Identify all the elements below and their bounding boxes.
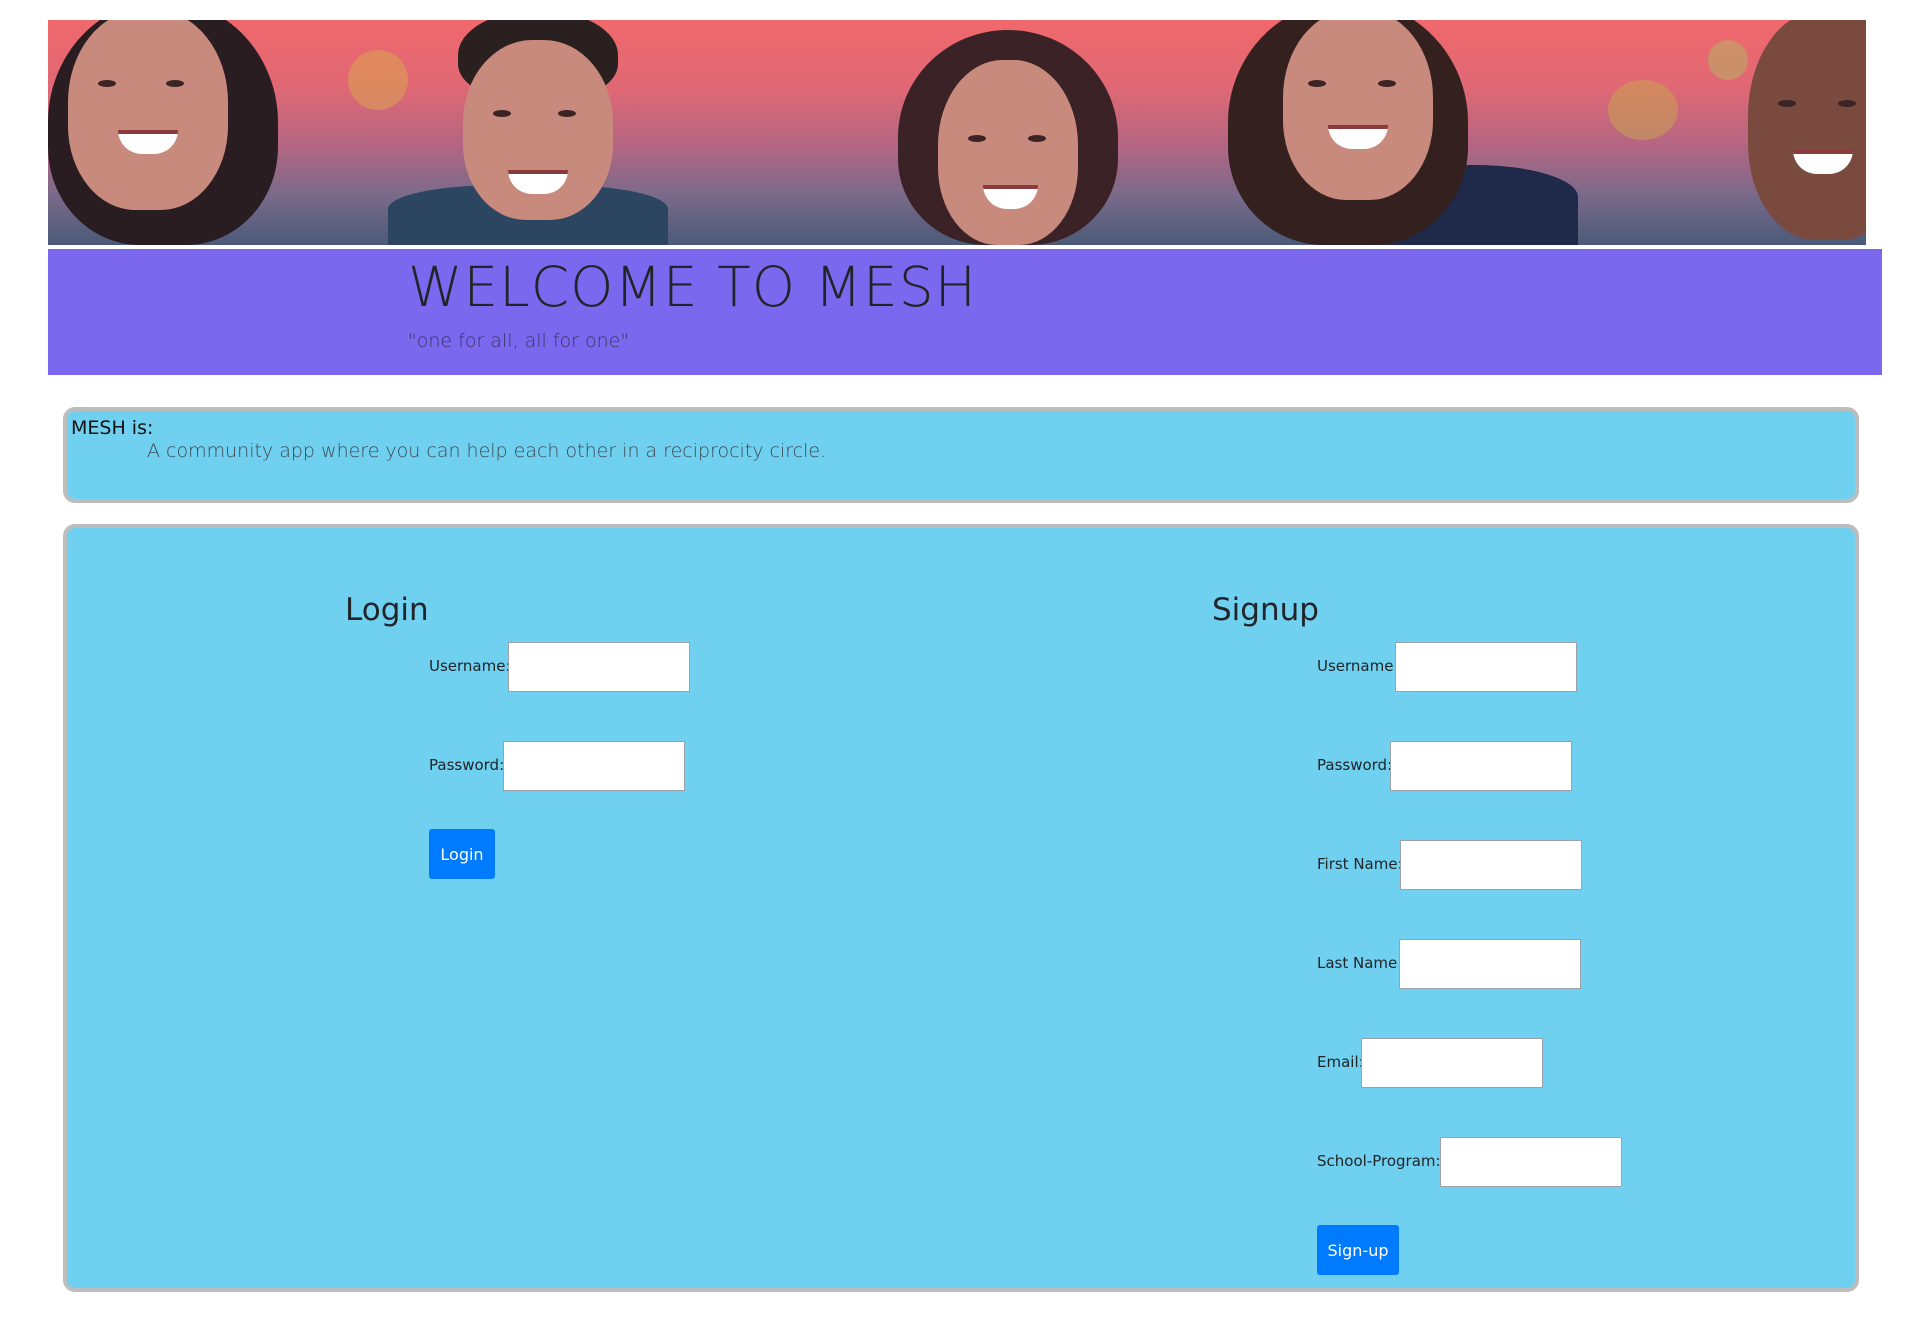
signup-password-input[interactable] xyxy=(1390,741,1572,791)
signup-school-program-label: School-Program: xyxy=(1317,1152,1441,1170)
login-username-label: Username: xyxy=(429,657,511,675)
signup-title: Signup xyxy=(1212,592,1319,628)
signup-first-name-label: First Name: xyxy=(1317,855,1403,873)
login-password-label: Password: xyxy=(429,756,505,774)
signup-email-label: Email: xyxy=(1317,1053,1364,1071)
signup-last-name-input[interactable] xyxy=(1399,939,1581,989)
hero-photo xyxy=(48,20,1866,245)
signup-email-input[interactable] xyxy=(1361,1038,1543,1088)
signup-first-name-input[interactable] xyxy=(1400,840,1582,890)
signup-button[interactable]: Sign-up xyxy=(1317,1225,1399,1275)
forms-panel: Login Username: Password: Login Signup U… xyxy=(63,524,1859,1292)
about-heading: MESH is: xyxy=(71,417,154,439)
about-panel: MESH is: A community app where you can h… xyxy=(63,407,1859,503)
signup-school-program-input[interactable] xyxy=(1440,1137,1622,1187)
signup-username-label: Username: xyxy=(1317,657,1399,675)
welcome-banner: WELCOME TO MESH "one for all, all for on… xyxy=(48,249,1882,375)
signup-username-input[interactable] xyxy=(1395,642,1577,692)
about-description: A community app where you can help each … xyxy=(147,440,827,462)
login-title: Login xyxy=(345,592,429,628)
signup-password-label: Password: xyxy=(1317,756,1393,774)
tagline: "one for all, all for one" xyxy=(408,330,630,352)
login-username-input[interactable] xyxy=(508,642,690,692)
login-password-input[interactable] xyxy=(503,741,685,791)
signup-last-name-label: Last Name: xyxy=(1317,954,1403,972)
page-title: WELCOME TO MESH xyxy=(408,255,978,319)
login-button[interactable]: Login xyxy=(429,829,495,879)
